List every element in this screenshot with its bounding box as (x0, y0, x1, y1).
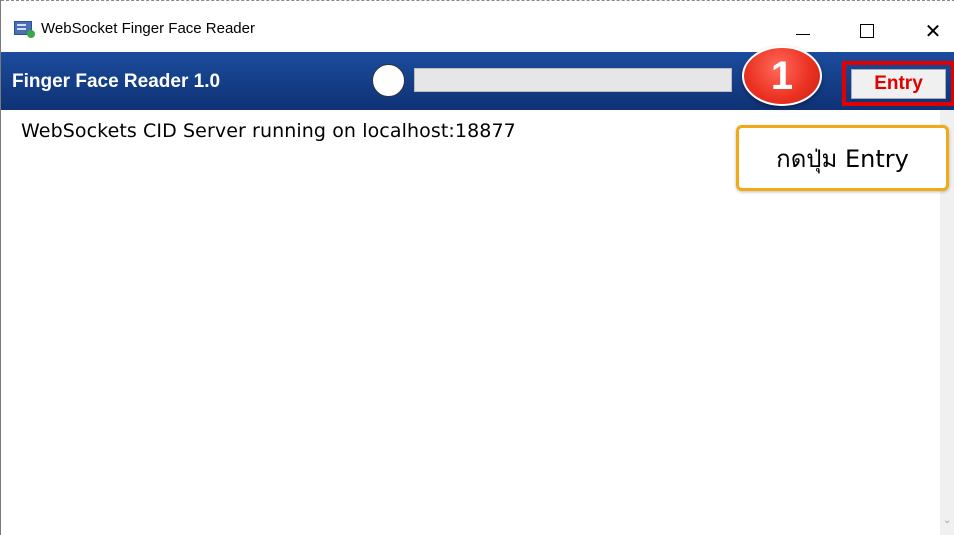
app-window: WebSocket Finger Face Reader ✕ Finger Fa… (0, 0, 954, 535)
instruction-callout: กดปุ่ม Entry (736, 125, 949, 191)
step-number-badge: 1 (742, 46, 822, 106)
minimize-icon (796, 33, 810, 35)
minimize-button[interactable] (783, 16, 823, 46)
entry-button[interactable]: Entry (851, 69, 946, 99)
scroll-down-arrow-icon[interactable]: ⌄ (943, 515, 951, 526)
app-name: Finger Face Reader 1.0 (12, 71, 221, 92)
status-indicator (372, 64, 405, 97)
app-icon (14, 21, 35, 38)
maximize-icon (860, 24, 874, 38)
log-line: WebSockets CID Server running on localho… (21, 120, 516, 142)
close-button[interactable]: ✕ (913, 16, 953, 46)
title-bar[interactable]: WebSocket Finger Face Reader ✕ (1, 0, 954, 50)
window-title: WebSocket Finger Face Reader (41, 20, 255, 37)
close-icon: ✕ (924, 19, 942, 43)
maximize-button[interactable] (847, 16, 887, 46)
progress-bar (414, 68, 732, 92)
